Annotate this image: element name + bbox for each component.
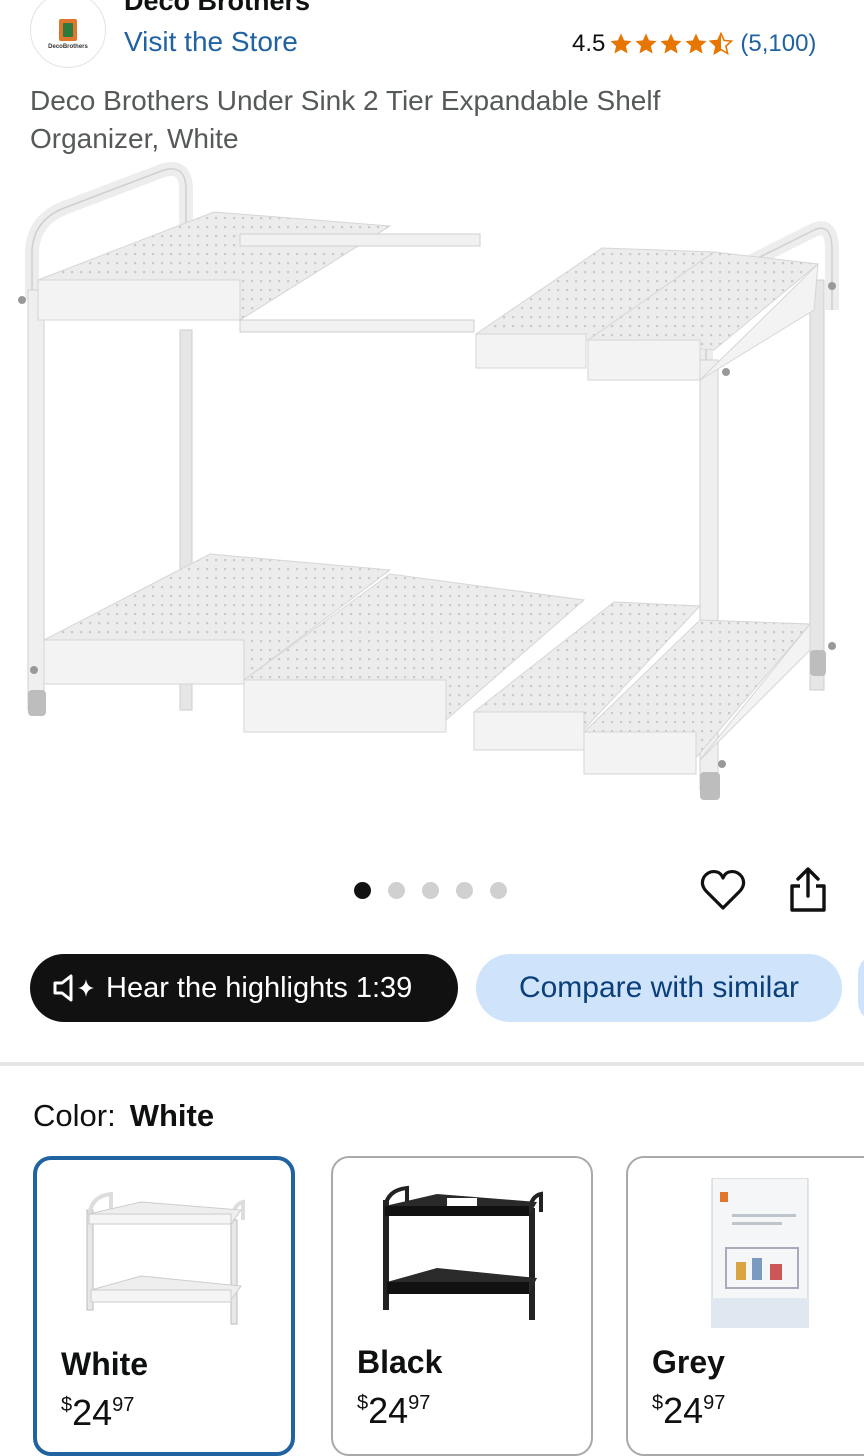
hear-highlights-button[interactable]: Hear the highlights 1:39 [30,954,458,1022]
color-label-text: Color: [33,1098,116,1133]
hear-highlights-label: Hear the highlights 1:39 [106,971,413,1004]
color-option-grey[interactable]: Grey $2497 [626,1156,864,1456]
price-cents: 97 [112,1394,135,1416]
price-currency: $ [357,1392,369,1414]
product-image[interactable] [14,160,850,820]
brand-logo[interactable]: DecoBrothers [30,0,106,68]
price-currency: $ [61,1394,73,1416]
price-whole: 24 [72,1392,113,1433]
section-divider [0,1062,864,1066]
pagination-dot[interactable] [490,882,507,899]
white-shelf-thumbnail [86,1191,245,1325]
price-whole: 24 [663,1390,704,1431]
price-whole: 24 [368,1390,409,1431]
color-option-black[interactable]: Black $2497 [331,1156,593,1456]
price-currency: $ [652,1392,664,1414]
pagination-dot[interactable] [456,882,473,899]
price-cents: 97 [703,1392,726,1414]
color-option-name: Grey [652,1344,725,1380]
star-full-icon [635,33,657,54]
rating-summary[interactable]: 4.5 (5,100) [572,30,816,58]
rating-value: 4.5 [572,30,606,57]
color-option-name: Black [357,1344,443,1380]
color-option-white[interactable]: White $2497 [33,1156,295,1456]
product-title: Deco Brothers Under Sink 2 Tier Expandab… [30,85,661,154]
rating-count: (5,100) [740,30,817,57]
brand-name: Deco Brothers [124,0,311,16]
color-option-name: White [61,1346,149,1382]
price-cents: 97 [408,1392,431,1414]
color-option-price: $2497 [652,1390,725,1432]
rating-stars [609,32,734,56]
more-chip[interactable] [858,954,864,1022]
star-half-icon [709,32,734,56]
compare-similar-button[interactable]: Compare with similar [476,954,842,1022]
visit-store-link[interactable]: Visit the Store [124,26,298,58]
star-full-icon [610,33,632,54]
color-option-price: $2497 [61,1392,134,1434]
black-shelf-thumbnail [383,1185,543,1320]
speaker-sparkle-icon [53,974,94,1002]
heart-icon[interactable] [700,868,746,914]
color-label: Color: White [33,1098,214,1134]
compare-similar-label: Compare with similar [518,971,800,1004]
star-full-icon [660,33,682,54]
pagination-dot[interactable] [354,882,371,899]
brand-logo-text: DecoBrothers [48,43,88,50]
brand-logo-mark [59,18,77,41]
color-option-price: $2497 [357,1390,430,1432]
image-pagination[interactable] [354,882,524,899]
pagination-dot[interactable] [388,882,405,899]
star-full-icon [685,33,707,54]
pagination-dot[interactable] [422,882,439,899]
grey-package-thumbnail [711,1178,809,1328]
color-selected-value: White [129,1098,215,1133]
share-icon[interactable] [786,866,830,914]
